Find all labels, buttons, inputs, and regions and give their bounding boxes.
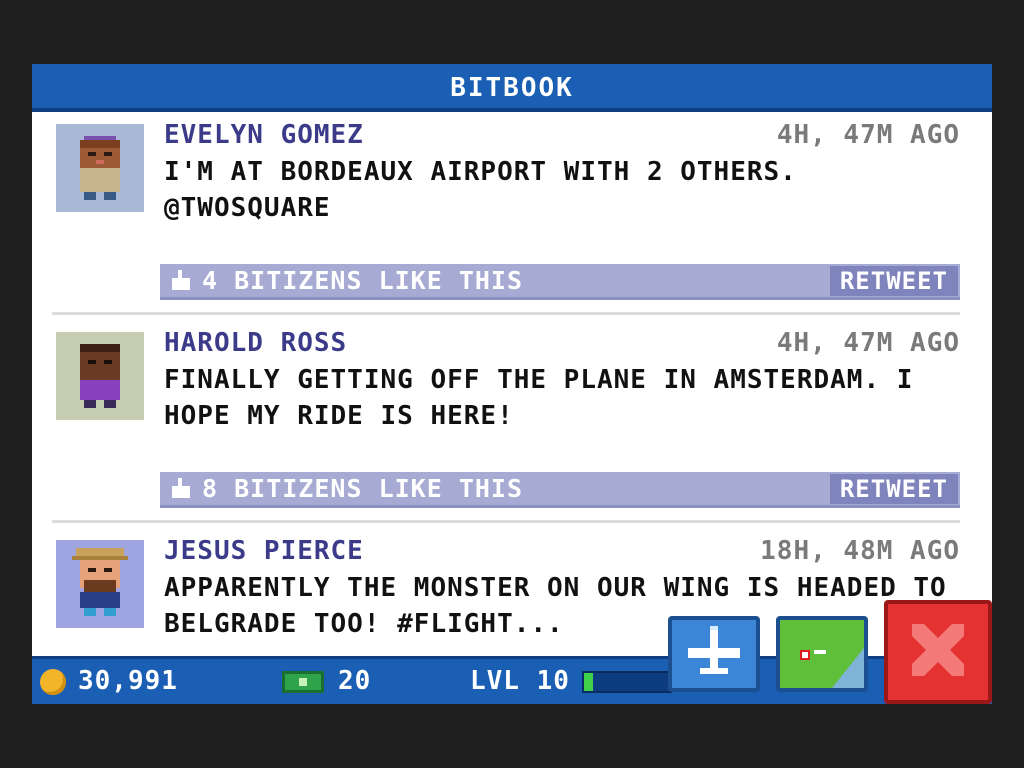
flight-button[interactable]: [668, 616, 760, 692]
airplane-icon: [688, 626, 740, 674]
feed-list[interactable]: EVELYN GOMEZ 4H, 47M AGO I'M AT BORDEAUX…: [32, 112, 992, 656]
like-bar: 8 BITIZENS LIKE THIS RETWEET: [160, 472, 960, 508]
post-message: FINALLY GETTING OFF THE PLANE IN AMSTERD…: [164, 365, 914, 431]
post-author[interactable]: JESUS PIERCE: [164, 536, 364, 566]
map-icon: [780, 620, 864, 688]
bitbook-title: BITBOOK: [32, 64, 992, 112]
retweet-button[interactable]: RETWEET: [829, 266, 958, 296]
bitbook-panel: BITBOOK EVELYN GOMEZ 4H, 47M AGO I'M AT …: [32, 64, 992, 704]
retweet-button[interactable]: RETWEET: [829, 474, 958, 504]
level-progress-fill: [584, 673, 593, 691]
avatar-harold: [56, 332, 144, 420]
post-author[interactable]: HAROLD ROSS: [164, 328, 347, 358]
thumbs-up-icon[interactable]: [170, 270, 192, 292]
feed-post: HAROLD ROSS 4H, 47M AGO FINALLY GETTING …: [32, 320, 992, 528]
bux-icon: [282, 671, 324, 693]
post-time: 18H, 48M AGO: [760, 536, 960, 566]
close-icon: [912, 624, 964, 676]
map-button[interactable]: [776, 616, 868, 692]
post-time: 4H, 47M AGO: [776, 328, 960, 358]
post-message: I'M AT BORDEAUX AIRPORT WITH 2 OTHERS. @…: [164, 157, 797, 223]
post-time: 4H, 47M AGO: [776, 120, 960, 150]
coin-count: 30,991: [78, 666, 178, 696]
post-divider: [52, 520, 960, 523]
bux-count: 20: [338, 666, 372, 696]
feed-post: EVELYN GOMEZ 4H, 47M AGO I'M AT BORDEAUX…: [32, 112, 992, 320]
level-label: LVL 10: [470, 666, 570, 696]
post-divider: [52, 312, 960, 315]
like-count: 4 BITIZENS LIKE THIS: [202, 266, 524, 295]
avatar-jesus: [56, 540, 144, 628]
like-count: 8 BITIZENS LIKE THIS: [202, 474, 524, 503]
like-bar: 4 BITIZENS LIKE THIS RETWEET: [160, 264, 960, 300]
level-progress-bar: [582, 671, 672, 693]
coin-icon: [40, 669, 66, 695]
post-author[interactable]: EVELYN GOMEZ: [164, 120, 364, 150]
avatar-evelyn: [56, 124, 144, 212]
close-button[interactable]: [884, 600, 992, 704]
thumbs-up-icon[interactable]: [170, 478, 192, 500]
